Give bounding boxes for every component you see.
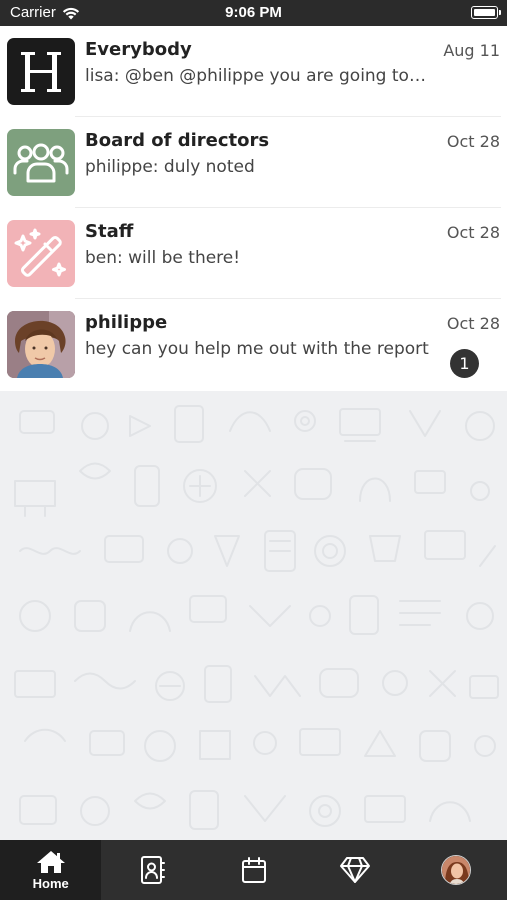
conversation-row-philippe[interactable]: philippe Oct 28 hey can you help me out … <box>0 299 507 390</box>
tab-home-label: Home <box>32 875 69 891</box>
screen: Carrier 9:06 PM Everybody Aug 11 lisa: @… <box>0 0 507 900</box>
contacts-icon <box>141 856 166 884</box>
conversation-preview: lisa: @ben @philippe you are going to li… <box>85 66 430 86</box>
conversation-date: Oct 28 <box>446 314 500 333</box>
magic-wand-icon <box>14 228 66 277</box>
battery-icon <box>471 6 501 19</box>
conversation-date: Oct 28 <box>446 223 500 242</box>
doodle-pattern <box>14 405 499 830</box>
conversation-row-staff[interactable]: Staff Oct 28 ben: will be there! <box>0 208 507 299</box>
conversation-date: Aug 11 <box>443 41 500 60</box>
conversation-name: Board of directors <box>85 130 270 151</box>
status-bar: Carrier 9:06 PM <box>0 0 507 26</box>
tab-contacts[interactable] <box>101 840 202 900</box>
conversation-preview: philippe: duly noted <box>85 157 255 177</box>
user-avatar-philippe <box>7 311 75 378</box>
calendar-icon <box>241 857 266 883</box>
group-avatar-staff <box>7 220 75 287</box>
diamond-icon <box>339 857 370 883</box>
conversation-row-board-of-directors[interactable]: Board of directors Oct 28 philippe: duly… <box>0 117 507 208</box>
group-avatar-everybody <box>7 38 75 105</box>
conversation-date: Oct 28 <box>446 132 500 151</box>
profile-photo <box>442 856 471 884</box>
conversation-preview: hey can you help me out with the report <box>85 339 429 359</box>
tab-home[interactable]: Home <box>0 840 102 900</box>
conversation-preview: ben: will be there! <box>85 248 241 268</box>
conversation-name: Everybody <box>85 39 192 60</box>
conversation-name: philippe <box>85 312 168 333</box>
tab-bar: Home <box>0 840 507 900</box>
clock: 9:06 PM <box>225 4 282 21</box>
unread-count-badge: 1 <box>450 349 479 378</box>
conversation-name: Staff <box>85 221 134 242</box>
home-icon <box>36 850 65 873</box>
chat-background-pattern <box>0 391 507 840</box>
letter-h-logo <box>21 52 61 92</box>
group-icon <box>13 143 69 182</box>
tab-profile[interactable] <box>406 840 507 900</box>
profile-avatar <box>441 855 472 885</box>
conversation-list: Everybody Aug 11 lisa: @ben @philippe yo… <box>0 26 507 391</box>
group-avatar-board <box>7 129 75 196</box>
tab-calendar[interactable] <box>203 840 304 900</box>
user-photo <box>7 311 75 378</box>
conversation-row-everybody[interactable]: Everybody Aug 11 lisa: @ben @philippe yo… <box>0 26 507 117</box>
tab-premium[interactable] <box>304 840 405 900</box>
